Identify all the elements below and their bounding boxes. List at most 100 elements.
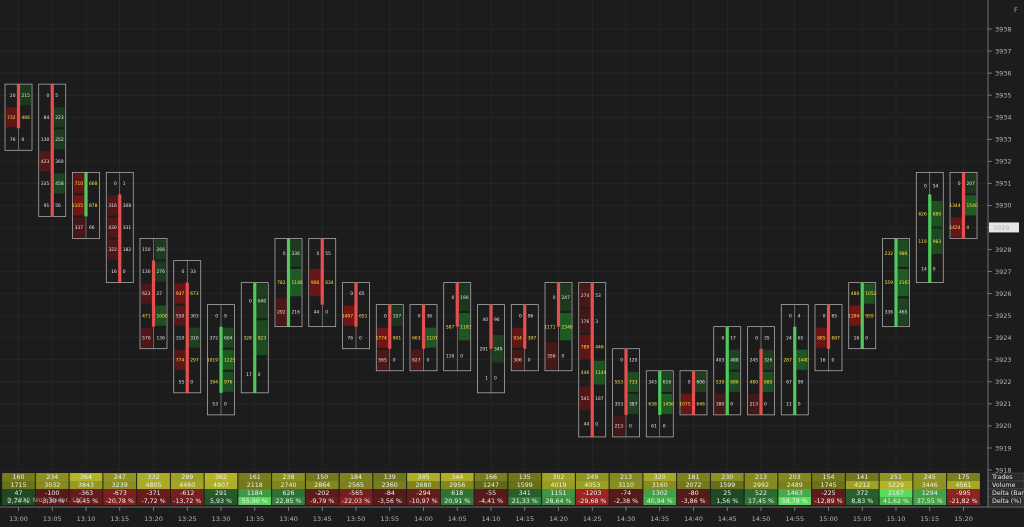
statistics-value: -294 [416, 490, 430, 497]
ask-volume-label: 157 [393, 313, 402, 319]
bid-volume-label: 116 [446, 354, 455, 360]
statistics-value: 3446 [922, 482, 938, 489]
ask-volume-label: 0 [123, 269, 126, 275]
statistics-value: 372 [856, 490, 868, 497]
bid-volume-label: 44 [584, 422, 590, 428]
ask-volume-label: 336 [292, 251, 301, 257]
statistics-value: -74 [621, 490, 631, 497]
bid-volume-label: 20 [10, 93, 16, 99]
ask-volume-label: 215 [22, 93, 31, 99]
ask-volume-label: 0 [595, 422, 598, 428]
bid-volume-label: 471 [142, 313, 151, 319]
statistics-value: 364 [80, 474, 92, 481]
statistics-value: 4212 [854, 482, 870, 489]
ask-volume-label: 0 [798, 401, 801, 407]
copyright-text: © 2020 NinjaTrader, LLC [6, 496, 84, 504]
statistics-value: 175 [957, 474, 969, 481]
statistics-value: 291 [215, 490, 227, 497]
bid-volume-label: 337 [75, 225, 84, 231]
candle-body-up [928, 194, 932, 283]
ask-volume-label: 1148 [292, 280, 303, 286]
ask-volume-label: 1440 [798, 357, 809, 363]
ask-volume-label: 634 [325, 280, 334, 286]
bid-volume-label: 1 [485, 376, 488, 382]
statistics-value: 234 [46, 474, 58, 481]
statistics-value: -9,79 % [310, 498, 334, 505]
time-axis-label: 13:05 [43, 515, 62, 523]
bid-volume-label: 130 [142, 269, 151, 275]
statistics-value: 1184 [247, 490, 263, 497]
time-axis-label: 13:25 [178, 515, 197, 523]
ask-volume-label: 9 [224, 313, 227, 319]
ask-volume-label: 96 [494, 317, 500, 323]
bid-volume-label: 394 [210, 379, 219, 385]
bid-volume-label: 0 [721, 335, 724, 341]
statistics-value: 230 [721, 474, 733, 481]
bid-volume-label: 934 [513, 335, 522, 341]
ask-volume-label: 640 [258, 299, 267, 305]
price-axis-label: 3921 [995, 400, 1012, 408]
ask-volume-label: 687 [832, 335, 841, 341]
footprint-chart[interactable]: 20 215732 46676 00 584 223130 252423 360335 4589… [0, 0, 1024, 527]
bid-volume-label: 150 [142, 247, 151, 253]
statistics-value: 166 [485, 474, 497, 481]
ask-volume-label: 466 [22, 115, 31, 121]
candle-body-up [286, 238, 291, 327]
statistics-value: 4805 [145, 482, 161, 489]
candle-body-down [320, 238, 324, 305]
bid-volume-label: 310 [176, 335, 185, 341]
ask-volume-label: 0 [730, 401, 733, 407]
ask-volume-label: 276 [157, 269, 166, 275]
statistics-value: 1599 [517, 482, 533, 489]
statistics-value: 17,45 % [748, 498, 774, 505]
bid-volume-label: 732 [7, 115, 16, 121]
statistics-value: 2072 [685, 482, 701, 489]
ask-volume-label: 55 [325, 251, 331, 257]
bid-volume-label: 44 [314, 310, 320, 316]
bid-volume-label: 0 [451, 295, 454, 301]
footprint-bar[interactable]: 232 986 559 2167 336 465 [882, 238, 911, 328]
time-axis-label: 14:45 [718, 515, 737, 523]
bid-volume-label: 446 [581, 370, 590, 376]
statistics-value: 21,33 % [512, 498, 538, 505]
statistics-value: 1247 [483, 482, 499, 489]
candle-body-down [590, 282, 594, 437]
bid-volume-label: 627 [412, 357, 421, 363]
ask-volume-label: 604 [224, 335, 233, 341]
ask-volume-label: 2167 [899, 280, 910, 286]
candle-body-down [624, 348, 628, 415]
statistics-value: 181 [687, 474, 699, 481]
bid-volume-label: 570 [142, 335, 151, 341]
ask-volume-label: 266 [157, 247, 166, 253]
bid-volume-label: 11 [786, 401, 792, 407]
bid-volume-label: 84 [44, 115, 50, 121]
statistics-value: -202 [315, 490, 329, 497]
bid-volume-label: 480 [750, 379, 759, 385]
ask-volume-label: 0 [359, 335, 362, 341]
statistics-value: 344 [451, 474, 463, 481]
statistics-value: 1294 [922, 490, 938, 497]
bid-volume-label: 0 [114, 181, 117, 187]
ask-volume-label: 65 [832, 313, 838, 319]
ask-volume-label: 190 [460, 295, 469, 301]
statistics-value: -7,72 % [141, 498, 165, 505]
ask-volume-label: 387 [629, 401, 638, 407]
candle-body-up [219, 326, 223, 393]
ask-volume-label: 182 [123, 247, 132, 253]
candle-body-up [860, 282, 864, 349]
ask-volume-label: 878 [89, 203, 98, 209]
candle-body-up [253, 282, 257, 393]
bid-volume-label: 24 [786, 335, 792, 341]
bid-volume-label: 0 [215, 313, 218, 319]
corner-label[interactable]: F [1014, 6, 1018, 14]
ask-volume-label: 0 [832, 357, 835, 363]
ask-volume-label: 4 [798, 313, 801, 319]
statistics-value: 3032 [44, 482, 60, 489]
ask-volume-label: 0 [629, 424, 632, 430]
time-axis-label: 13:55 [380, 515, 399, 523]
bid-volume-label: 55 [179, 379, 185, 385]
ask-volume-label: 901 [393, 335, 402, 341]
candle-body-down [421, 304, 426, 349]
statistics-value: -84 [385, 490, 395, 497]
bid-volume-label: 1424 [949, 225, 960, 231]
